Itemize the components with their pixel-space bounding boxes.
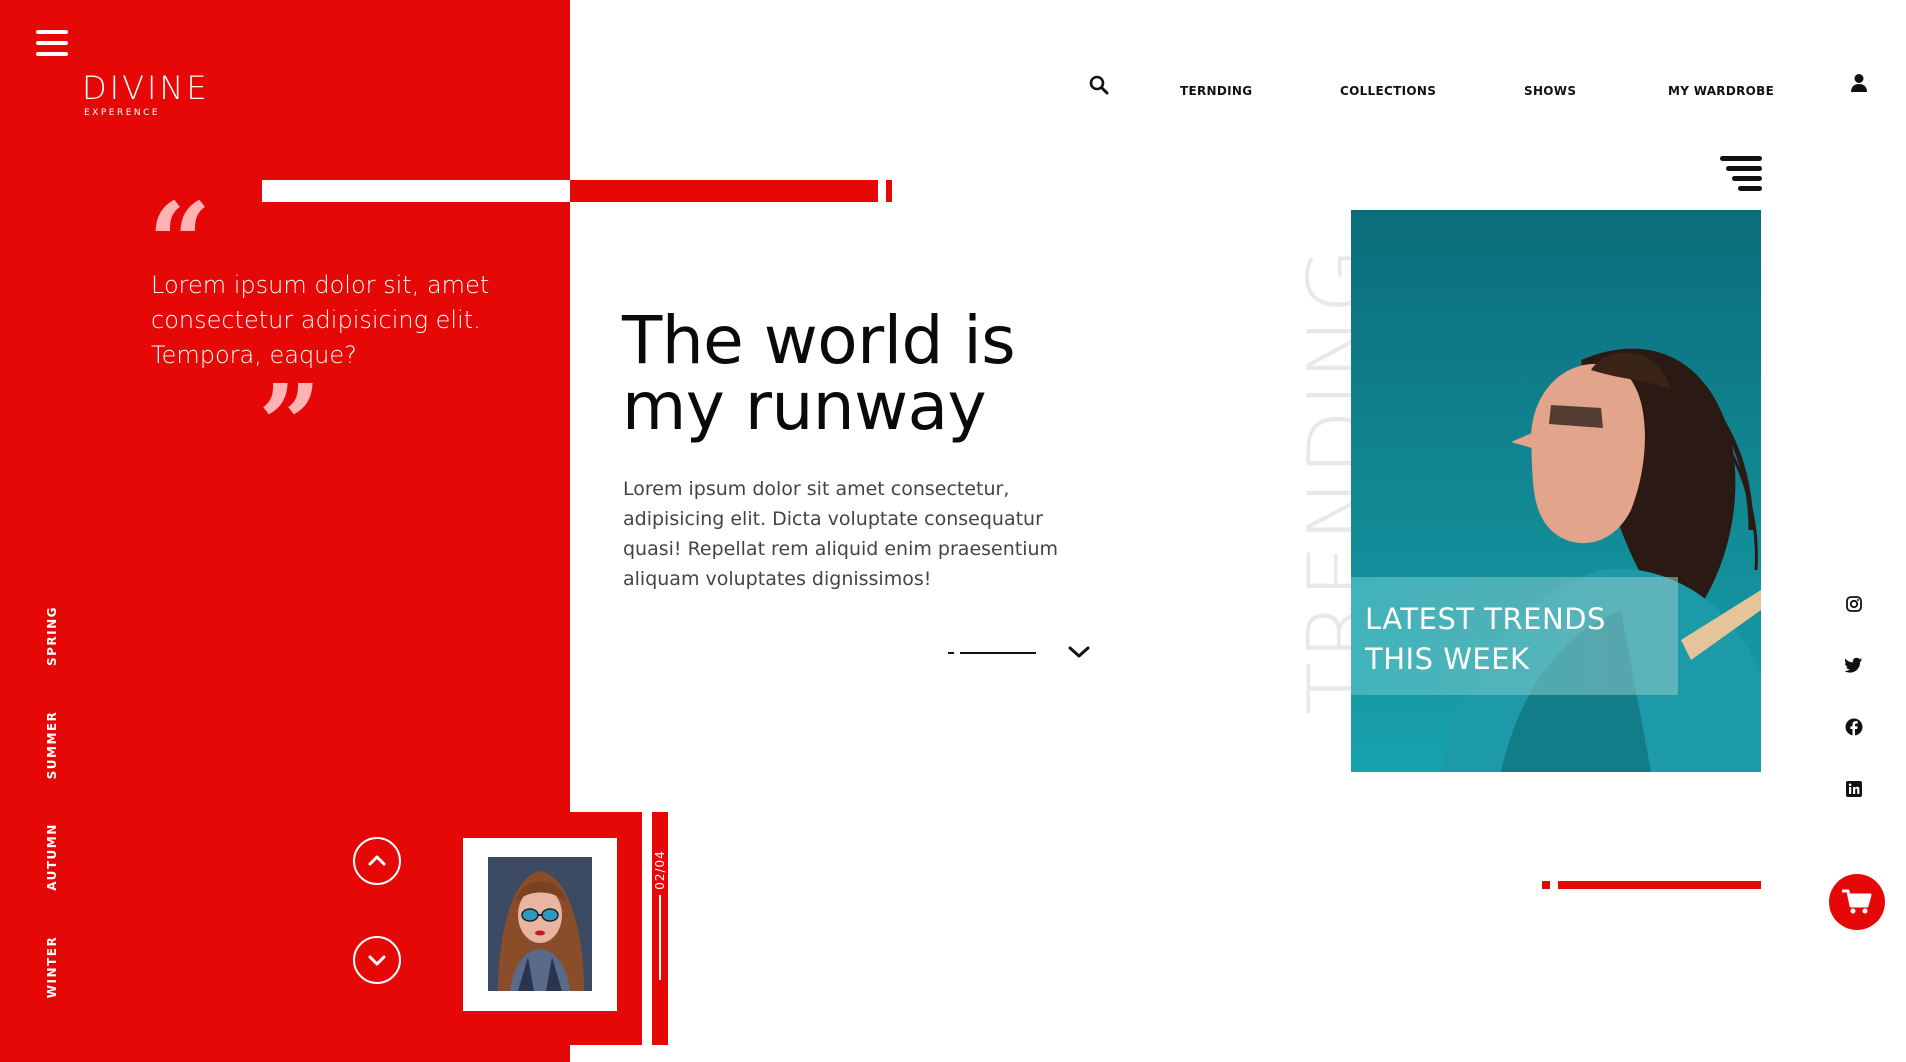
trending-caption: LATEST TRENDS THIS WEEK	[1351, 577, 1678, 695]
decorative-bar-white	[262, 180, 570, 202]
hero-title-line-2: my runway	[622, 368, 987, 445]
instagram-icon[interactable]	[1842, 592, 1866, 616]
scroll-indicator-dash	[948, 652, 954, 654]
nav-item-trending[interactable]: TERNDING	[1180, 84, 1252, 98]
season-summer[interactable]: SUMMER	[45, 711, 59, 780]
cart-button[interactable]	[1829, 874, 1885, 930]
nav-item-collections[interactable]: COLLECTIONS	[1340, 84, 1436, 98]
nav-item-my-wardrobe[interactable]: MY WARDROBE	[1668, 84, 1774, 98]
season-autumn[interactable]: AUTUMN	[45, 823, 59, 891]
brand-name: DIVINE	[82, 69, 210, 107]
decorative-bar-red	[570, 180, 878, 202]
filter-lines-icon[interactable]	[1716, 156, 1762, 196]
trending-caption-line-1: LATEST TRENDS	[1365, 602, 1606, 636]
nav-item-shows[interactable]: SHOWS	[1524, 84, 1576, 98]
close-quote-icon: ”	[258, 360, 322, 489]
decorative-bar-bottom	[1558, 881, 1761, 889]
slide-up-button[interactable]	[353, 837, 401, 885]
hero-title: The world is my runway	[622, 308, 1122, 440]
season-spring[interactable]: SPRING	[45, 606, 59, 666]
decorative-tick-bottom	[1542, 881, 1550, 889]
cart-icon	[1842, 889, 1872, 914]
twitter-icon[interactable]	[1842, 653, 1866, 677]
hamburger-menu-icon[interactable]	[36, 30, 68, 56]
hero-description: Lorem ipsum dolor sit amet consectetur, …	[623, 478, 1059, 590]
user-icon[interactable]	[1848, 72, 1870, 94]
trending-card[interactable]: LATEST TRENDS THIS WEEK	[1351, 210, 1761, 772]
slide-progress-line	[659, 895, 661, 980]
quote-text: Lorem ipsum dolor sit, amet consectetur …	[151, 271, 490, 369]
facebook-icon[interactable]	[1842, 715, 1866, 739]
open-quote-icon: “	[148, 178, 212, 307]
season-winter[interactable]: WINTER	[45, 936, 59, 998]
slide-counter: 02/04	[653, 850, 667, 890]
linkedin-icon[interactable]	[1842, 777, 1866, 801]
brand-logo[interactable]: DIVINE EXPERENCE	[82, 72, 210, 118]
brand-tagline: EXPERENCE	[84, 108, 161, 118]
decorative-bar-tick	[886, 180, 892, 202]
chevron-up-icon	[368, 855, 386, 866]
scroll-indicator-line	[960, 652, 1036, 654]
trending-caption-line-2: THIS WEEK	[1365, 642, 1530, 676]
slide-down-button[interactable]	[353, 936, 401, 984]
chevron-down-icon	[368, 955, 386, 966]
scroll-down-icon[interactable]	[1066, 640, 1092, 664]
search-icon[interactable]	[1088, 74, 1110, 96]
thumbnail-model-image[interactable]	[488, 857, 592, 991]
